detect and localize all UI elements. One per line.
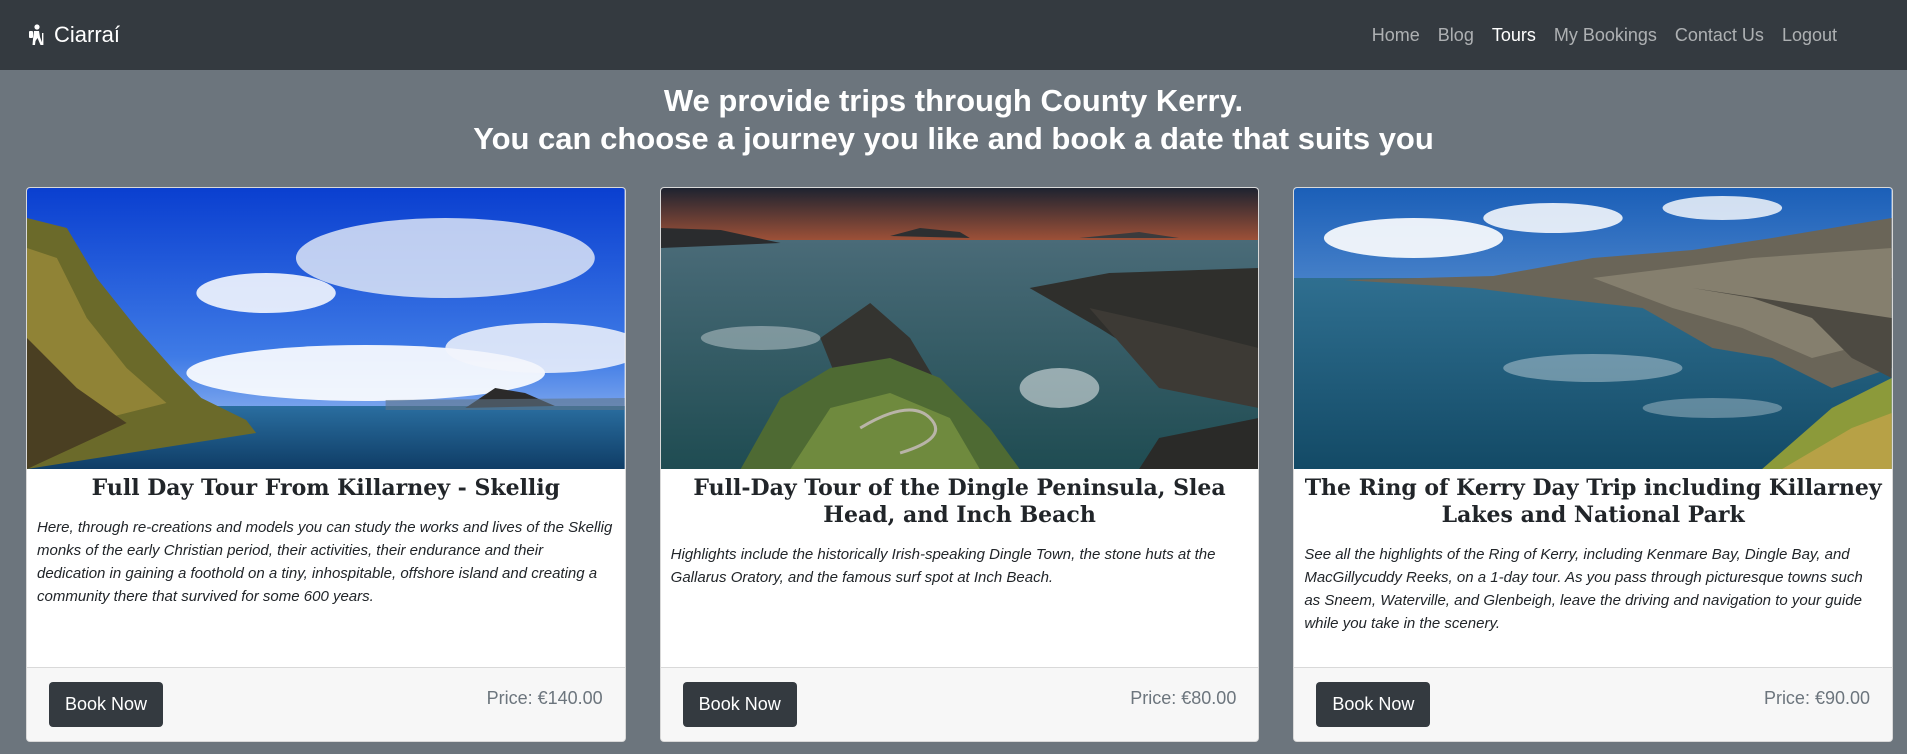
book-now-button[interactable]: Book Now xyxy=(49,682,164,727)
heading-line-1: We provide trips through County Kerry. xyxy=(663,83,1244,118)
nav-contact-us[interactable]: Contact Us xyxy=(1675,25,1764,46)
card-body: The Ring of Kerry Day Trip including Kil… xyxy=(1294,469,1892,667)
tour-description: Highlights include the historically Iris… xyxy=(670,546,1216,586)
tour-card: The Ring of Kerry Day Trip including Kil… xyxy=(1293,187,1894,742)
tour-description: Here, through re-creations and models yo… xyxy=(37,519,613,605)
card-footer: Book Now Price: €140.00 xyxy=(27,667,625,741)
tour-price: Price: €80.00 xyxy=(1130,688,1237,708)
nav-blog[interactable]: Blog xyxy=(1438,25,1474,46)
tour-description: See all the highlights of the Ring of Ke… xyxy=(1304,546,1863,632)
tour-title: Full Day Tour From Killarney - Skellig xyxy=(91,475,561,501)
tour-image-ring-of-kerry xyxy=(1294,188,1893,469)
tour-title: The Ring of Kerry Day Trip including Kil… xyxy=(1304,475,1882,528)
page-heading: We provide trips through County Kerry. Y… xyxy=(0,82,1907,158)
tour-card: Full Day Tour From Killarney - Skellig H… xyxy=(26,187,626,742)
hiking-icon xyxy=(29,24,44,45)
card-footer: Book Now Price: €80.00 xyxy=(660,667,1259,741)
tour-title: Full-Day Tour of the Dingle Peninsula, S… xyxy=(693,475,1226,528)
card-body: Full Day Tour From Killarney - Skellig H… xyxy=(27,469,625,667)
nav-my-bookings[interactable]: My Bookings xyxy=(1554,25,1657,46)
book-now-button[interactable]: Book Now xyxy=(682,682,797,727)
tour-price: Price: €140.00 xyxy=(486,688,603,708)
brand-logo[interactable]: Ciarraí xyxy=(26,22,120,48)
tour-cards: Full Day Tour From Killarney - Skellig H… xyxy=(0,187,1907,742)
navbar: Ciarraí Home Blog Tours My Bookings Cont… xyxy=(0,0,1907,70)
tour-card: Full-Day Tour of the Dingle Peninsula, S… xyxy=(659,187,1260,742)
nav-logout[interactable]: Logout xyxy=(1782,25,1837,46)
brand-name: Ciarraí xyxy=(54,22,121,47)
heading-line-2: You can choose a journey you like and bo… xyxy=(473,121,1434,156)
nav-home[interactable]: Home xyxy=(1372,25,1420,46)
book-now-button[interactable]: Book Now xyxy=(1316,682,1431,727)
nav-links: Home Blog Tours My Bookings Contact Us L… xyxy=(1372,25,1837,46)
card-body: Full-Day Tour of the Dingle Peninsula, S… xyxy=(661,469,1259,667)
tour-image-dingle xyxy=(660,188,1259,469)
nav-tours[interactable]: Tours xyxy=(1492,25,1536,46)
card-footer: Book Now Price: €90.00 xyxy=(1294,667,1893,741)
tour-price: Price: €90.00 xyxy=(1763,688,1871,708)
tour-image-skellig xyxy=(27,188,625,469)
